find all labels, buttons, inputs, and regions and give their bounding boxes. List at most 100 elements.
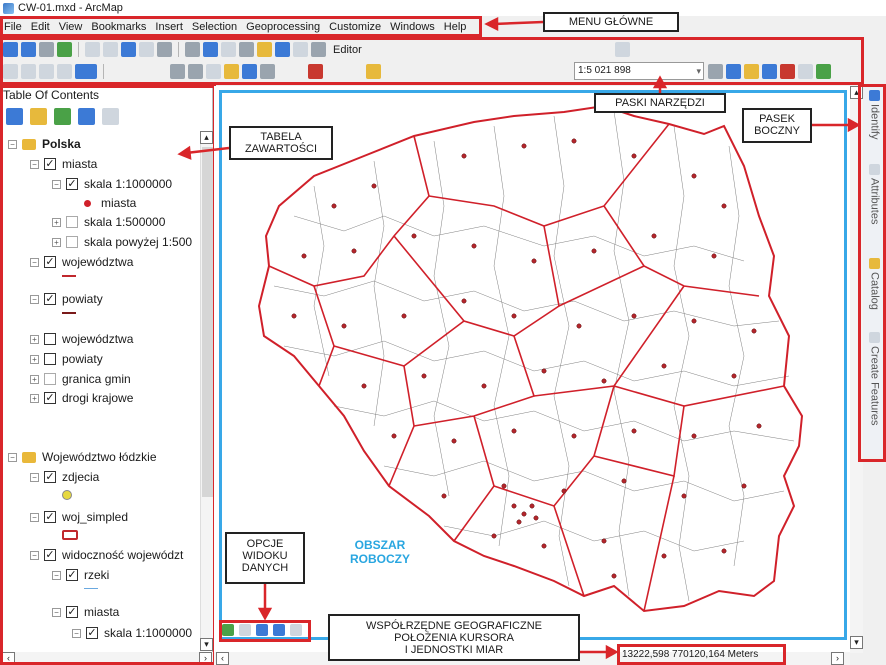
zoom-out-icon[interactable] [21, 42, 36, 57]
full-extent-icon[interactable] [57, 42, 72, 57]
sidebar-tab-attributes[interactable]: Attributes [866, 164, 883, 254]
toc-layer-powiaty[interactable]: − ✓ powiaty [30, 292, 103, 306]
collapse-icon[interactable]: − [30, 472, 39, 482]
list-by-selection-icon[interactable] [78, 108, 95, 125]
toc-layer-wojewodztwa[interactable]: − ✓ województwa [30, 255, 133, 269]
expand-icon[interactable]: + [30, 334, 39, 344]
toc-layer-skala-powyzej[interactable]: + skala powyżej 1:500 [52, 235, 192, 249]
layer-visibility-checkbox[interactable]: ✓ [44, 549, 56, 561]
chevron-down-icon[interactable]: ▾ [696, 63, 701, 79]
expand-icon[interactable]: + [30, 354, 39, 364]
toc-window-icon[interactable] [726, 64, 741, 79]
collapse-icon[interactable]: − [30, 294, 39, 304]
paste-icon[interactable] [308, 64, 323, 79]
toc-horizontal-scrollbar[interactable] [0, 652, 213, 665]
toc-layer-drogi-krajowe[interactable]: + ✓ drogi krajowe [30, 391, 133, 405]
layout-icon-2[interactable] [188, 64, 203, 79]
zoom-in-icon[interactable] [3, 42, 18, 57]
expand-icon[interactable]: + [30, 374, 39, 384]
collapse-icon[interactable]: − [52, 179, 61, 189]
layer-visibility-checkbox[interactable]: ✓ [44, 392, 56, 404]
layer-visibility-checkbox[interactable]: ✓ [44, 511, 56, 523]
layer-visibility-checkbox[interactable]: ✓ [66, 178, 78, 190]
collapse-icon[interactable]: − [8, 452, 17, 462]
collapse-icon[interactable]: − [30, 550, 39, 560]
menu-customize[interactable]: Customize [329, 21, 381, 33]
identify-icon[interactable] [203, 42, 218, 57]
go-to-xy-icon[interactable] [293, 42, 308, 57]
toc-layer-granica-gmin[interactable]: + granica gmin [30, 372, 131, 386]
expand-icon[interactable]: + [52, 237, 61, 247]
menu-selection[interactable]: Selection [192, 21, 237, 33]
menu-edit[interactable]: Edit [31, 21, 50, 33]
toc-layer-miasta-2[interactable]: − ✓ miasta [52, 605, 119, 619]
toc-group-wojewodztwo-lodzkie[interactable]: − Województwo łódzkie [8, 450, 157, 464]
sidebar-tab-catalog[interactable]: Catalog [866, 258, 883, 328]
collapse-icon[interactable]: − [52, 607, 61, 617]
layout-view-icon[interactable] [239, 624, 251, 636]
georef-icon[interactable] [75, 64, 97, 79]
scroll-down-icon[interactable]: ▾ [200, 638, 213, 651]
toc-options-icon[interactable] [102, 108, 119, 125]
menu-windows[interactable]: Windows [390, 21, 435, 33]
toc-layer-miasta[interactable]: − ✓ miasta [30, 157, 97, 171]
scroll-up-icon[interactable]: ▴ [850, 86, 863, 99]
toc-layer-rzeki[interactable]: − ✓ rzeki [52, 568, 109, 582]
back-extent-icon[interactable] [121, 42, 136, 57]
list-by-drawing-order-icon[interactable] [6, 108, 23, 125]
layer-visibility-checkbox[interactable] [44, 333, 56, 345]
scroll-left-icon[interactable]: ‹ [2, 652, 15, 665]
menu-view[interactable]: View [59, 21, 83, 33]
collapse-icon[interactable]: − [30, 257, 39, 267]
python-window-icon[interactable] [798, 64, 813, 79]
save-icon[interactable] [242, 64, 257, 79]
find-route-icon[interactable] [275, 42, 290, 57]
map-vertical-scrollbar[interactable] [850, 86, 863, 653]
list-by-visibility-icon[interactable] [54, 108, 71, 125]
pan-icon[interactable] [39, 42, 54, 57]
search-window-icon[interactable] [762, 64, 777, 79]
toc-layer-skala-1000000-2[interactable]: − ✓ skala 1:1000000 [72, 626, 192, 640]
toc-group-polska[interactable]: − Polska [8, 137, 81, 151]
refresh-icon[interactable] [256, 624, 268, 636]
expand-icon[interactable]: + [30, 393, 39, 403]
select-features-icon[interactable] [157, 42, 172, 57]
collapse-icon[interactable]: − [30, 512, 39, 522]
layer-visibility-checkbox[interactable] [44, 373, 56, 385]
catalog-window-icon[interactable] [744, 64, 759, 79]
fixed-zoom-in-icon[interactable] [85, 42, 100, 57]
toc-vertical-scrollbar[interactable] [200, 131, 213, 641]
list-by-source-icon[interactable] [30, 108, 47, 125]
measure-icon[interactable] [239, 42, 254, 57]
scroll-right-icon[interactable]: › [199, 652, 212, 665]
layer-visibility-checkbox[interactable] [66, 216, 78, 228]
toc-layer-skala-500000[interactable]: + skala 1:500000 [52, 215, 165, 229]
layer-visibility-checkbox[interactable] [66, 236, 78, 248]
layer-visibility-checkbox[interactable]: ✓ [44, 293, 56, 305]
add-data-icon[interactable] [366, 64, 381, 79]
map-scale-field[interactable]: 1:5 021 898 ▾ [574, 62, 704, 80]
poland-map[interactable] [214, 86, 850, 652]
toc-layer-skala-1000000[interactable]: − ✓ skala 1:1000000 [52, 177, 172, 191]
collapse-icon[interactable]: − [52, 570, 61, 580]
toc-layer-powiaty-2[interactable]: + powiaty [30, 352, 103, 366]
expand-icon[interactable]: + [52, 217, 61, 227]
map-view[interactable] [214, 86, 850, 652]
sidebar-tab-identify[interactable]: Identify [866, 90, 883, 160]
print-icon[interactable] [260, 64, 275, 79]
menu-bookmarks[interactable]: Bookmarks [91, 21, 146, 33]
pause-drawing-icon[interactable] [273, 624, 285, 636]
layer-visibility-checkbox[interactable]: ✓ [66, 569, 78, 581]
toc-layer-widocznosc[interactable]: − ✓ widoczność województ [30, 548, 183, 562]
scrollbar-thumb[interactable] [202, 147, 213, 497]
toc-layer-wojewodztwa-2[interactable]: + województwa [30, 332, 133, 346]
layer-visibility-checkbox[interactable] [44, 353, 56, 365]
toc-layer-zdjecia[interactable]: − ✓ zdjecia [30, 470, 99, 484]
menu-insert[interactable]: Insert [155, 21, 183, 33]
menu-geoprocessing[interactable]: Geoprocessing [246, 21, 320, 33]
menu-file[interactable]: File [4, 21, 22, 33]
layer-visibility-checkbox[interactable]: ✓ [44, 158, 56, 170]
scroll-down-icon[interactable]: ▾ [850, 636, 863, 649]
layer-visibility-checkbox[interactable]: ✓ [44, 471, 56, 483]
toc-layer-woj-simpled[interactable]: − ✓ woj_simpled [30, 510, 128, 524]
